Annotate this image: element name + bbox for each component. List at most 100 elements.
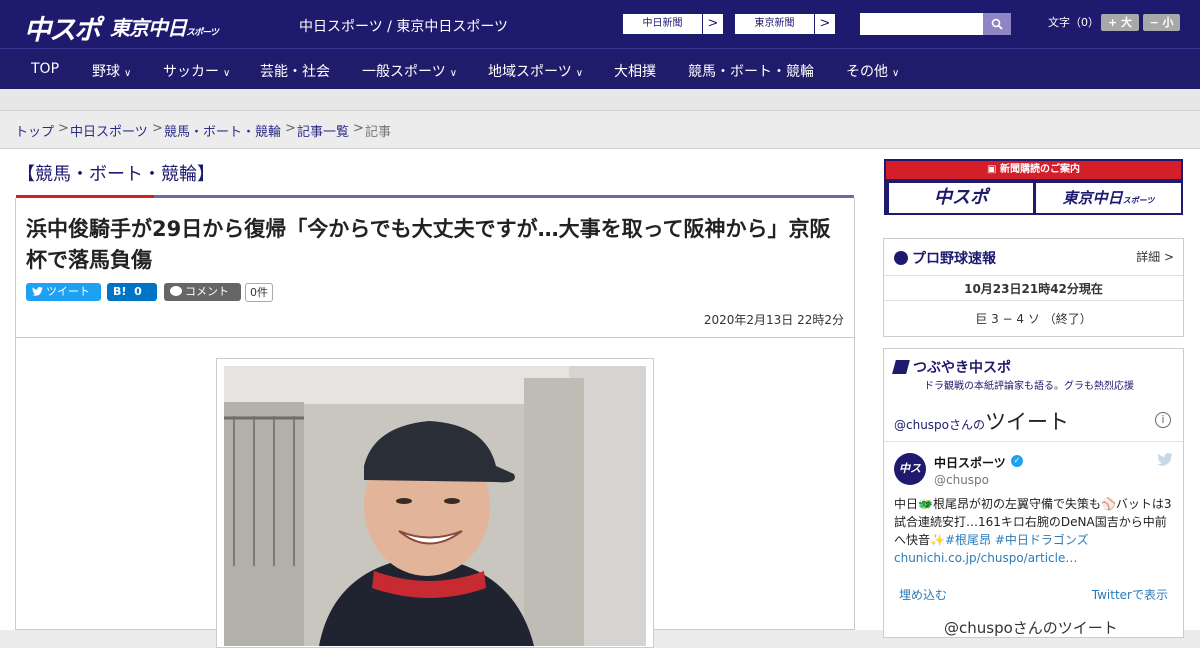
tweet-hashtags[interactable]: #根尾昂 #中日ドラゴンズ bbox=[945, 533, 1089, 547]
nav-label: 野球 bbox=[92, 64, 120, 80]
view-on-twitter-link[interactable]: Twitterで表示 bbox=[1092, 586, 1168, 603]
nav-entertainment[interactable]: 芸能・社会 bbox=[260, 61, 330, 81]
jockey-photo-image bbox=[224, 366, 646, 646]
main-nav: TOP 野球 ∨ サッカー ∨ 芸能・社会 一般スポーツ ∨ 地域スポーツ ∨ 大相撲 … bbox=[0, 48, 1200, 89]
nav-label: 大相撲 bbox=[614, 64, 656, 80]
nav-keiba[interactable]: 競馬・ボート・競輪 bbox=[688, 61, 814, 81]
subscribe-tokyo-small: スポーツ bbox=[1122, 196, 1155, 205]
timeline-header-handle: @chuspoさんの bbox=[894, 418, 986, 432]
comment-button[interactable]: コメント bbox=[164, 283, 241, 301]
article-date: 2020年2月13日 22時2分 bbox=[703, 313, 844, 327]
tweet-label: ツイート bbox=[46, 285, 90, 298]
search-button[interactable] bbox=[983, 13, 1011, 35]
nav-local-sports[interactable]: 地域スポーツ ∨ bbox=[488, 61, 583, 81]
sub-strip bbox=[0, 89, 1200, 111]
divider bbox=[884, 300, 1183, 301]
article-headline: 浜中俊騎手が29日から復帰「今からでも大丈夫ですが…大事を取って阪神から」京阪杯… bbox=[26, 217, 831, 272]
tweet-account-handle[interactable]: @chuspo bbox=[934, 473, 989, 487]
tokyo-shimbun-button[interactable]: 東京新聞 > bbox=[734, 13, 836, 35]
hatena-bookmark-button[interactable]: B! 0 bbox=[107, 283, 157, 301]
baseball-scores-panel: プロ野球速報 詳細 > 10月23日21時42分現在 巨 3 − 4 ソ （終了… bbox=[883, 238, 1184, 337]
tweet-text: 中日🐲根尾昂が初の左翼守備で失策も⚾バットは3試合連続安打…161キロ右腕のDe… bbox=[894, 495, 1176, 567]
breadcrumb-separator: > bbox=[152, 121, 163, 136]
main-content: 【競馬・ボート・競輪】 浜中俊騎手が29日から復帰「今からでも大丈夫ですが…大事… bbox=[0, 149, 1200, 648]
chunichi-shimbun-label: 中日新聞 bbox=[623, 14, 703, 34]
nav-label: サッカー bbox=[163, 64, 219, 80]
hatena-label: B! bbox=[113, 285, 127, 298]
chevron-down-icon: ∨ bbox=[892, 68, 900, 79]
nav-baseball[interactable]: 野球 ∨ bbox=[92, 61, 131, 81]
comment-label: コメント bbox=[185, 285, 229, 298]
tweet-button[interactable]: ツイート bbox=[26, 283, 101, 301]
subscription-banner[interactable]: ▣ 新聞購読のご案内 中スポ 東京中日スポーツ bbox=[884, 159, 1183, 215]
nav-label: 芸能・社会 bbox=[260, 64, 330, 80]
timeline-header: @chuspoさんのツイート bbox=[894, 406, 1069, 436]
hatena-count: 0 bbox=[134, 285, 142, 298]
search-icon bbox=[991, 18, 1003, 30]
article-photo[interactable] bbox=[224, 366, 646, 646]
breadcrumb-separator: > bbox=[58, 121, 69, 136]
newspaper-icon: ▣ bbox=[987, 164, 1000, 175]
subscribe-tokyo-button[interactable]: 東京中日スポーツ bbox=[1036, 183, 1181, 213]
article-card: 浜中俊騎手が29日から復帰「今からでも大丈夫ですが…大事を取って阪神から」京阪杯… bbox=[15, 198, 855, 648]
divider bbox=[884, 441, 1183, 442]
nav-general-sports[interactable]: 一般スポーツ ∨ bbox=[362, 61, 457, 81]
twitter-bird-icon[interactable] bbox=[1157, 453, 1173, 466]
chuspo-logo[interactable]: 中スポ bbox=[24, 8, 101, 47]
info-icon[interactable]: i bbox=[1155, 412, 1171, 428]
nav-label: 地域スポーツ bbox=[488, 64, 572, 80]
verified-badge-icon: ✓ bbox=[1011, 455, 1023, 467]
baseball-details-link[interactable]: 詳細 > bbox=[1136, 248, 1174, 265]
tokyo-logo-small: スポーツ bbox=[186, 28, 219, 38]
nav-top[interactable]: TOP bbox=[31, 61, 59, 77]
breadcrumb-separator: > bbox=[353, 121, 364, 136]
divider bbox=[16, 337, 854, 338]
subscribe-tokyo-label: 東京中日 bbox=[1062, 189, 1123, 207]
breadcrumb: トップ > 中日スポーツ > 競馬・ボート・競輪 > 記事一覧 > 記事 bbox=[0, 111, 1200, 149]
font-smaller-button[interactable]: − 小 bbox=[1143, 14, 1180, 31]
breadcrumb-top[interactable]: トップ bbox=[15, 121, 54, 140]
megaphone-icon bbox=[892, 360, 910, 374]
tokyo-shimbun-label: 東京新聞 bbox=[735, 14, 815, 34]
embed-link[interactable]: 埋め込む bbox=[899, 586, 947, 603]
chunichi-shimbun-button[interactable]: 中日新聞 > bbox=[622, 13, 724, 35]
timeline-header-title: ツイート bbox=[985, 410, 1070, 434]
baseball-title-label: プロ野球速報 bbox=[912, 251, 996, 267]
chevron-down-icon: ∨ bbox=[575, 68, 584, 79]
breadcrumb-separator: > bbox=[285, 121, 296, 136]
twitter-timeline-panel: つぶやき中スポ ドラ観戦の本紙評論家も語る。グラも熱烈応援 @chuspoさんの… bbox=[883, 348, 1184, 638]
breadcrumb-chuspo[interactable]: 中日スポーツ bbox=[70, 121, 148, 140]
avatar[interactable]: 中スポ bbox=[894, 453, 926, 507]
nav-label: その他 bbox=[846, 64, 888, 80]
top-header: 中スポ 東京中日スポーツ 中日スポーツ / 東京中日スポーツ 中日新聞 > 東京… bbox=[0, 0, 1200, 48]
baseball-panel-title: プロ野球速報 bbox=[894, 248, 996, 268]
nav-soccer[interactable]: サッカー ∨ bbox=[163, 61, 230, 81]
tokyo-logo-main: 東京中日 bbox=[110, 16, 187, 40]
subscribe-chuspo-button[interactable]: 中スポ bbox=[889, 183, 1033, 213]
chevron-down-icon: ∨ bbox=[449, 68, 458, 79]
timeline-footer[interactable]: @chuspoさんのツイート bbox=[944, 617, 1118, 638]
search-input[interactable] bbox=[860, 13, 983, 35]
breadcrumb-article-list[interactable]: 記事一覧 bbox=[297, 121, 349, 140]
baseball-score[interactable]: 巨 3 − 4 ソ （終了） bbox=[884, 310, 1183, 327]
chevron-right-icon: > bbox=[819, 16, 831, 31]
tokyo-chunichi-logo[interactable]: 東京中日スポーツ bbox=[110, 12, 219, 41]
breadcrumb-keiba[interactable]: 競馬・ボート・競輪 bbox=[164, 121, 281, 140]
baseball-icon bbox=[894, 251, 908, 265]
comment-count: 0件 bbox=[245, 283, 273, 302]
nav-sumo[interactable]: 大相撲 bbox=[614, 61, 656, 81]
twitter-bird-icon bbox=[32, 286, 43, 296]
divider bbox=[884, 275, 1183, 276]
tweet-account-name[interactable]: 中日スポーツ bbox=[934, 454, 1006, 471]
subscription-header: ▣ 新聞購読のご案内 bbox=[886, 161, 1181, 179]
font-size-label: 文字（0） bbox=[1048, 16, 1099, 29]
font-larger-button[interactable]: + 大 bbox=[1101, 14, 1139, 31]
speech-bubble-icon bbox=[170, 286, 182, 296]
tweets-panel-subtitle: ドラ観戦の本紙評論家も語る。グラも熱烈応援 bbox=[924, 381, 1134, 392]
chevron-down-icon: ∨ bbox=[124, 68, 132, 79]
site-links[interactable]: 中日スポーツ / 東京中日スポーツ bbox=[299, 16, 508, 36]
nav-other[interactable]: その他 ∨ bbox=[846, 61, 899, 81]
tweets-panel-title: つぶやき中スポ bbox=[892, 357, 1011, 377]
tweet-link[interactable]: chunichi.co.jp/chuspo/article… bbox=[894, 551, 1077, 565]
tweets-title-label: つぶやき中スポ bbox=[913, 360, 1011, 376]
